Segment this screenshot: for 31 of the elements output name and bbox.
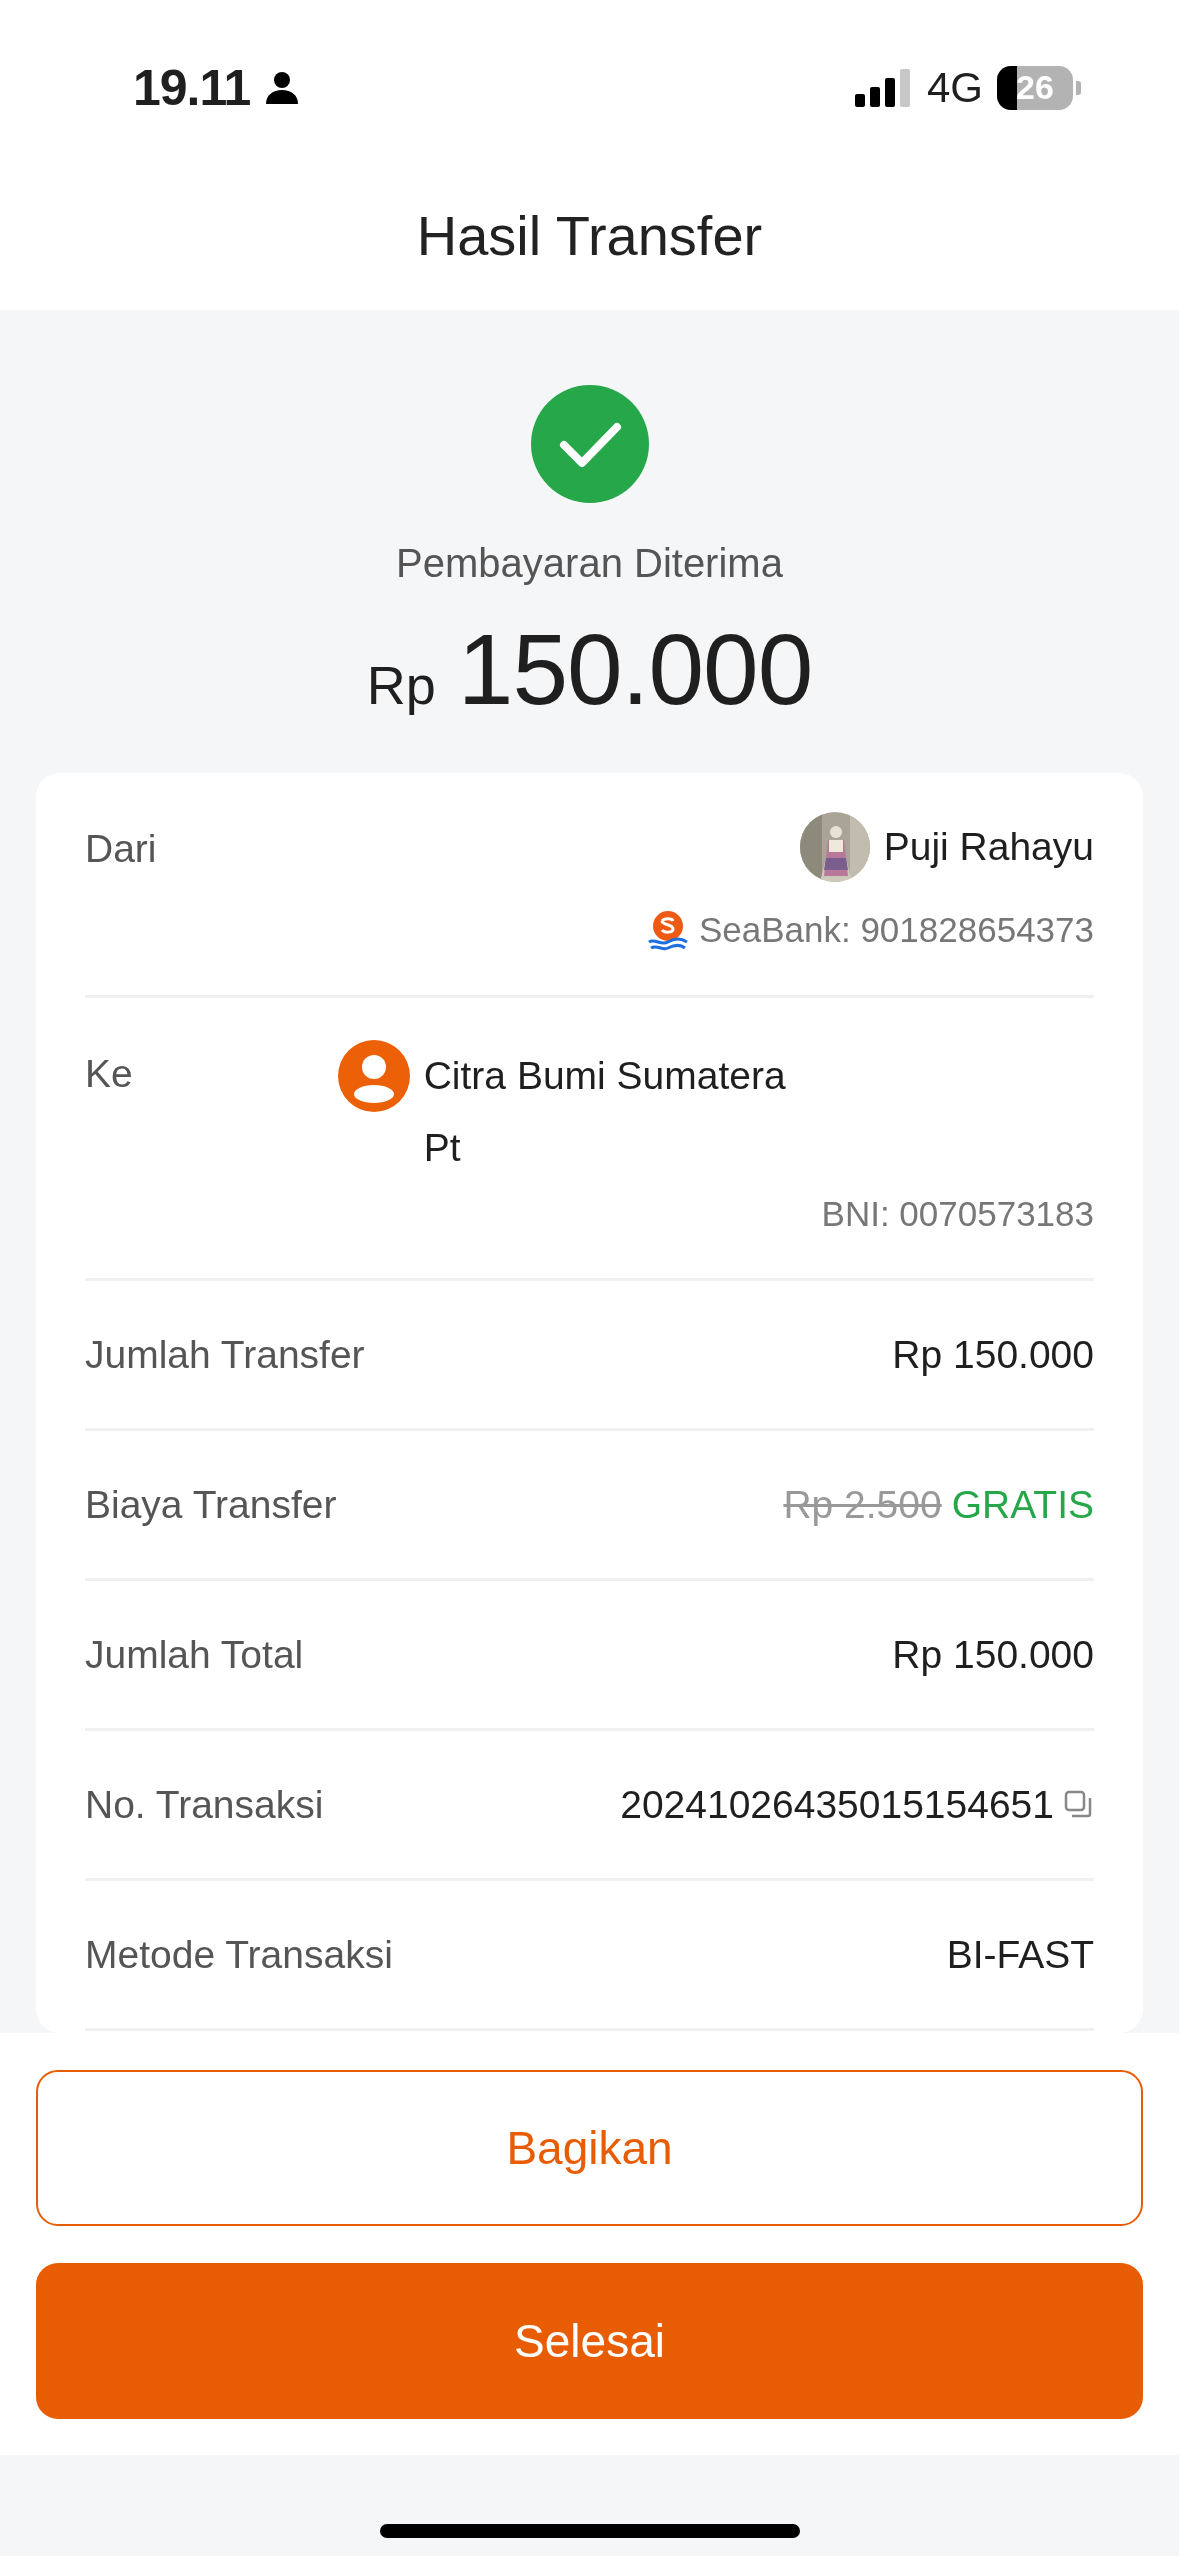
row-label: Biaya Transfer xyxy=(85,1482,337,1527)
row-label: Jumlah Transfer xyxy=(85,1332,365,1377)
row-label: Ke xyxy=(85,1052,133,1096)
person-avatar-icon xyxy=(337,1040,410,1112)
person-icon xyxy=(264,69,301,106)
clock-time: 19.11 xyxy=(133,58,251,117)
currency-label: Rp xyxy=(366,654,436,716)
row-value: Rp 150.000 xyxy=(892,1632,1094,1677)
recipient-name: Citra Bumi Sumatera Pt xyxy=(423,1053,787,1171)
free-label: GRATIS xyxy=(951,1482,1094,1527)
account-number: BNI: 0070573183 xyxy=(821,1194,1094,1234)
row-label: No. Transaksi xyxy=(85,1782,324,1827)
status-text: Pembayaran Diterima xyxy=(396,541,783,586)
done-button[interactable]: Selesai xyxy=(36,2263,1143,2419)
row-label: Dari xyxy=(85,827,157,871)
account-number: SeaBank: 901828654373 xyxy=(698,910,1094,950)
network-type: 4G xyxy=(926,63,983,112)
amount-text: 150.000 xyxy=(457,612,813,727)
page-title: Hasil Transfer xyxy=(416,203,763,268)
bank-logo-icon xyxy=(646,909,689,951)
row-value: Rp 150.000 xyxy=(892,1332,1094,1377)
share-button[interactable]: Bagikan xyxy=(36,2070,1143,2226)
success-check-icon xyxy=(530,385,649,503)
original-fee: Rp 2.500 xyxy=(783,1482,942,1527)
signal-icon xyxy=(854,67,913,108)
row-label: Jumlah Total xyxy=(85,1632,304,1677)
row-label: Metode Transaksi xyxy=(85,1932,393,1977)
sender-name: Puji Rahayu xyxy=(883,824,1094,870)
row-value: BI-FAST xyxy=(946,1932,1094,1977)
transaction-number: 20241026435015154651 xyxy=(620,1782,1054,1827)
copy-icon[interactable] xyxy=(1064,1789,1094,1820)
